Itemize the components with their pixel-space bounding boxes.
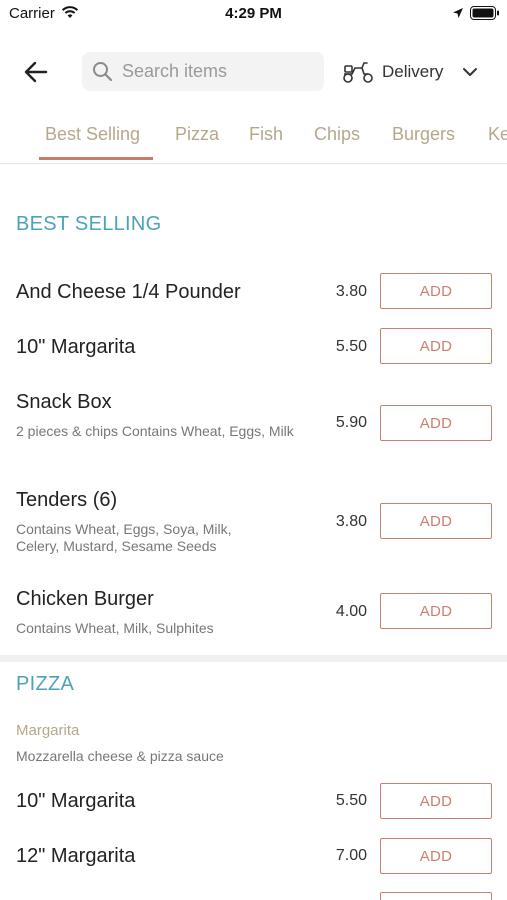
add-button[interactable]: ADD [380, 328, 492, 364]
add-button[interactable]: ADD [380, 593, 492, 629]
status-time: 4:29 PM [225, 5, 282, 22]
menu-item-description: Contains Wheat, Eggs, Soya, Milk, Celery… [16, 521, 232, 554]
menu-item-description: 2 pieces & chips Contains Wheat, Eggs, M… [16, 423, 294, 439]
section-title-best-selling: BEST SELLING [16, 213, 162, 235]
menu-item-price: 3.80 [335, 283, 367, 300]
menu-item-price: 4.00 [335, 603, 367, 620]
add-button[interactable]: ADD [380, 838, 492, 874]
add-button-partial[interactable] [380, 892, 492, 900]
tab-fish[interactable]: Fish [249, 124, 283, 145]
add-button[interactable]: ADD [380, 783, 492, 819]
add-button[interactable]: ADD [380, 405, 492, 441]
active-tab-indicator [39, 157, 153, 160]
search-input[interactable] [122, 52, 318, 91]
menu-item-name: And Cheese 1/4 Pounder [16, 281, 241, 303]
search-bar[interactable] [82, 52, 324, 91]
menu-item-name: Snack Box [16, 391, 112, 413]
subcategory-name: Margarita [16, 722, 80, 739]
add-button[interactable]: ADD [380, 273, 492, 309]
tab-chips[interactable]: Chips [314, 124, 360, 145]
battery-icon [470, 6, 499, 20]
delivery-label: Delivery [382, 62, 444, 81]
menu-item-name: 10" Margarita [16, 790, 136, 812]
menu-item-price: 7.00 [335, 847, 367, 864]
arrow-left-icon[interactable] [22, 58, 50, 86]
menu-item-price: 5.90 [335, 414, 367, 431]
menu-item-description: Contains Wheat, Milk, Sulphites [16, 620, 214, 636]
location-arrow-icon [453, 8, 463, 18]
tab-pizza[interactable]: Pizza [175, 124, 219, 145]
delivery-mode-selector[interactable]: Delivery [340, 56, 490, 88]
section-divider [0, 655, 507, 662]
subcategory-description: Mozzarella cheese & pizza sauce [16, 748, 224, 764]
add-button[interactable]: ADD [380, 503, 492, 539]
menu-item-name: 10" Margarita [16, 336, 136, 358]
status-bar: Carrier 4:29 PM [0, 0, 507, 30]
menu-item-price: 5.50 [335, 338, 367, 355]
section-title-pizza: PIZZA [16, 673, 75, 695]
tab-best-selling[interactable]: Best Selling [45, 124, 140, 145]
menu-item-name: Tenders (6) [16, 489, 118, 511]
tab-kebabs[interactable]: Ke [488, 124, 507, 145]
menu-item-name: 12" Margarita [16, 845, 136, 867]
chevron-down-icon [463, 68, 477, 76]
tab-burgers[interactable]: Burgers [392, 124, 455, 145]
category-tabs: Best Selling Pizza Fish Chips Burgers Ke [0, 110, 507, 164]
scooter-icon [343, 62, 373, 83]
menu-item-price: 5.50 [335, 792, 367, 809]
menu-item-name: Chicken Burger [16, 588, 154, 610]
menu-item-price: 3.80 [335, 513, 367, 530]
search-icon [93, 62, 113, 82]
